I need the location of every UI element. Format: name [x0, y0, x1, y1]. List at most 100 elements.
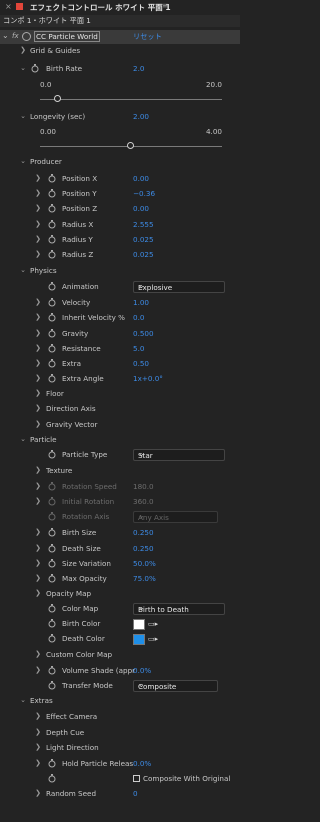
- panel-title[interactable]: エフェクトコントロール ホワイト 平面 1: [30, 2, 171, 13]
- gravity-vector-group[interactable]: ❯ Gravity Vector: [0, 418, 240, 433]
- chevron-right-icon[interactable]: ❯: [34, 373, 42, 383]
- max-opacity-value[interactable]: 75.0%: [133, 574, 156, 583]
- birth-rate-value[interactable]: 2.0: [133, 64, 144, 73]
- producer-group[interactable]: ⌄ Producer: [0, 155, 240, 170]
- position-x-value[interactable]: 0.00: [133, 174, 149, 183]
- chevron-down-icon[interactable]: ⌄: [19, 265, 27, 275]
- reset-link[interactable]: リセット: [133, 32, 162, 42]
- stopwatch-icon[interactable]: [48, 681, 56, 690]
- radius-z-value[interactable]: 0.025: [133, 250, 154, 259]
- chevron-down-icon[interactable]: ⌄: [19, 63, 27, 73]
- particle-group[interactable]: ⌄ Particle: [0, 433, 240, 448]
- death-color-swatch[interactable]: [133, 634, 145, 645]
- volume-shade-value[interactable]: 0.0%: [133, 666, 151, 675]
- chevron-right-icon[interactable]: ❯: [34, 219, 42, 229]
- chevron-right-icon[interactable]: ❯: [34, 543, 42, 553]
- random-seed-value[interactable]: 0: [133, 789, 138, 798]
- stopwatch-icon[interactable]: [48, 634, 56, 643]
- birth-rate-knob[interactable]: [54, 95, 62, 102]
- effect-header[interactable]: ⌄ fx CC Particle World リセット: [0, 30, 240, 44]
- particle-type-dropdown[interactable]: Star ⌄: [133, 449, 225, 461]
- panel-menu-icon[interactable]: ≡: [162, 1, 169, 10]
- stopwatch-icon[interactable]: [48, 204, 56, 213]
- custom-color-map-group[interactable]: ❯ Custom Color Map: [0, 648, 240, 663]
- chevron-right-icon[interactable]: ❯: [34, 465, 42, 475]
- death-size-value[interactable]: 0.250: [133, 544, 154, 553]
- chevron-right-icon[interactable]: ❯: [34, 742, 42, 752]
- position-z-value[interactable]: 0.00: [133, 204, 149, 213]
- stopwatch-icon[interactable]: [48, 174, 56, 183]
- effect-reset-icon[interactable]: [22, 32, 31, 41]
- stopwatch-icon[interactable]: [48, 374, 56, 383]
- stopwatch-icon[interactable]: [48, 250, 56, 259]
- extra-angle-value[interactable]: 1x+0.0°: [133, 374, 163, 383]
- fx-toggle[interactable]: fx: [12, 32, 19, 40]
- stopwatch-icon[interactable]: [48, 359, 56, 368]
- stopwatch-icon[interactable]: [48, 544, 56, 553]
- chevron-right-icon[interactable]: ❯: [34, 665, 42, 675]
- chevron-down-icon[interactable]: ⌄: [19, 156, 27, 166]
- effect-name[interactable]: CC Particle World: [36, 32, 98, 41]
- chevron-right-icon[interactable]: ❯: [34, 173, 42, 183]
- chevron-right-icon[interactable]: ❯: [34, 496, 42, 506]
- stopwatch-icon[interactable]: [48, 313, 56, 322]
- longevity-slider[interactable]: 0.00 4.00: [40, 127, 222, 151]
- stopwatch-icon[interactable]: [48, 574, 56, 583]
- chevron-right-icon[interactable]: ❯: [34, 588, 42, 598]
- chevron-down-icon[interactable]: ⌄: [2, 31, 9, 40]
- close-panel-icon[interactable]: ×: [5, 2, 12, 11]
- stopwatch-icon[interactable]: [48, 220, 56, 229]
- extras-group[interactable]: ⌄ Extras: [0, 694, 240, 709]
- velocity-value[interactable]: 1.00: [133, 298, 149, 307]
- chevron-right-icon[interactable]: ❯: [34, 481, 42, 491]
- stopwatch-icon[interactable]: [48, 329, 56, 338]
- birth-rate-slider[interactable]: 0.0 20.0: [40, 80, 222, 104]
- stopwatch-icon[interactable]: [48, 666, 56, 675]
- chevron-right-icon[interactable]: ❯: [34, 297, 42, 307]
- chevron-right-icon[interactable]: ❯: [34, 727, 42, 737]
- stopwatch-icon[interactable]: [48, 189, 56, 198]
- chevron-right-icon[interactable]: ❯: [34, 234, 42, 244]
- radius-x-value[interactable]: 2.555: [133, 220, 154, 229]
- stopwatch-icon[interactable]: [48, 759, 56, 768]
- depth-cue-group[interactable]: ❯ Depth Cue: [0, 726, 240, 741]
- transfer-mode-dropdown[interactable]: Composite ⌄: [133, 680, 218, 692]
- stopwatch-icon[interactable]: [48, 298, 56, 307]
- size-variation-value[interactable]: 50.0%: [133, 559, 156, 568]
- opacity-map-group[interactable]: ❯ Opacity Map: [0, 587, 240, 602]
- stopwatch-icon[interactable]: [48, 450, 56, 459]
- chevron-right-icon[interactable]: ❯: [34, 358, 42, 368]
- effect-camera-group[interactable]: ❯ Effect Camera: [0, 710, 240, 725]
- chevron-down-icon[interactable]: ⌄: [19, 111, 27, 121]
- chevron-right-icon[interactable]: ❯: [34, 527, 42, 537]
- stopwatch-icon[interactable]: [48, 619, 56, 628]
- chevron-right-icon[interactable]: ❯: [34, 788, 42, 798]
- stopwatch-icon[interactable]: [48, 559, 56, 568]
- chevron-right-icon[interactable]: ❯: [34, 343, 42, 353]
- animation-dropdown[interactable]: Explosive ⌄: [133, 281, 225, 293]
- stopwatch-icon[interactable]: [48, 774, 56, 783]
- chevron-right-icon[interactable]: ❯: [34, 419, 42, 429]
- longevity-value[interactable]: 2.00: [133, 112, 149, 121]
- stopwatch-icon[interactable]: [31, 64, 39, 73]
- physics-group[interactable]: ⌄ Physics: [0, 264, 240, 279]
- birth-color-swatch[interactable]: [133, 619, 145, 630]
- chevron-down-icon[interactable]: ⌄: [19, 434, 27, 444]
- position-y-value[interactable]: −0.36: [133, 189, 155, 198]
- birth-size-value[interactable]: 0.250: [133, 528, 154, 537]
- hold-particle-release-value[interactable]: 0.0%: [133, 759, 151, 768]
- chevron-right-icon[interactable]: ❯: [34, 573, 42, 583]
- chevron-right-icon[interactable]: ❯: [19, 45, 27, 55]
- stopwatch-icon[interactable]: [48, 604, 56, 613]
- color-map-dropdown[interactable]: Birth to Death ⌄: [133, 603, 225, 615]
- chevron-right-icon[interactable]: ❯: [34, 711, 42, 721]
- chevron-right-icon[interactable]: ❯: [34, 188, 42, 198]
- stopwatch-icon[interactable]: [48, 235, 56, 244]
- stopwatch-icon[interactable]: [48, 528, 56, 537]
- light-direction-group[interactable]: ❯ Light Direction: [0, 741, 240, 756]
- stopwatch-icon[interactable]: [48, 282, 56, 291]
- texture-group[interactable]: ❯ Texture: [0, 464, 240, 479]
- eyedropper-icon[interactable]: ▭▸: [148, 620, 158, 628]
- chevron-right-icon[interactable]: ❯: [34, 758, 42, 768]
- chevron-right-icon[interactable]: ❯: [34, 403, 42, 413]
